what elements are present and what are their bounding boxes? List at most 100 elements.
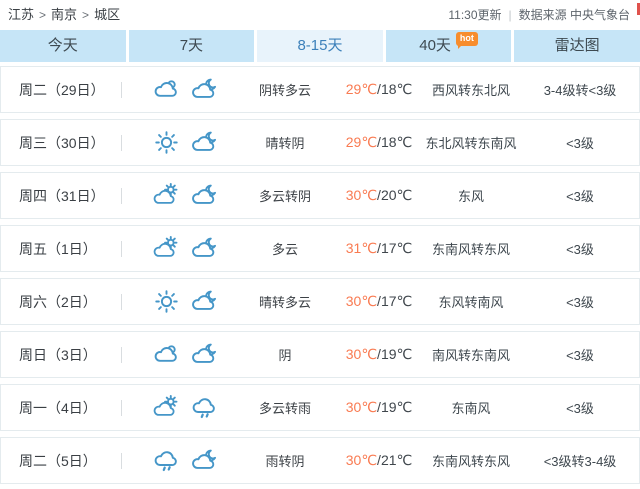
low-temp: 17℃	[381, 293, 412, 309]
wind-power: <3级	[521, 398, 639, 417]
breadcrumb-district[interactable]: 城区	[94, 7, 120, 22]
low-temp: 19℃	[381, 399, 412, 415]
cloud-icon	[153, 341, 180, 368]
day-label: 周六（2日）	[1, 292, 121, 312]
update-info: 11:30更新|数据来源 中央气象台	[448, 0, 630, 30]
day-label: 周四（31日）	[1, 186, 121, 206]
tab-8-15day[interactable]: 8-15天	[257, 30, 383, 62]
sun-icon	[153, 288, 180, 315]
low-temp: 18℃	[381, 81, 412, 97]
meta-divider: |	[509, 8, 512, 22]
temperature: 30℃/19℃	[337, 399, 421, 416]
data-source: 数据来源 中央气象台	[519, 8, 630, 22]
breadcrumb-separator: >	[82, 8, 89, 22]
day-label: 周五（1日）	[1, 239, 121, 259]
tab-40day[interactable]: 40天 hot	[386, 30, 512, 62]
weather-text: 多云转阴	[233, 186, 337, 205]
high-temp: 30℃	[346, 187, 377, 203]
cloud-rain-icon	[153, 447, 180, 474]
forecast-row[interactable]: 周四（31日） 多云转阴 30℃/20℃ 东风 <3级	[0, 172, 640, 219]
cloud-icon	[153, 76, 180, 103]
weather-text: 阴转多云	[233, 80, 337, 99]
temperature: 30℃/17℃	[337, 293, 421, 310]
low-temp: 19℃	[381, 346, 412, 362]
hot-badge: hot	[456, 32, 478, 46]
divider	[121, 241, 122, 257]
cloud-sun-icon	[153, 394, 180, 421]
cloud-moon-icon	[191, 341, 218, 368]
temperature: 29℃/18℃	[337, 134, 421, 151]
wind-power: <3级	[521, 292, 639, 311]
tab-7day[interactable]: 7天	[129, 30, 255, 62]
wind-power: <3级	[521, 133, 639, 152]
low-temp: 17℃	[381, 240, 412, 256]
wind-power: <3级	[521, 186, 639, 205]
sun-icon	[153, 129, 180, 156]
tab-40day-label: 40天	[419, 37, 451, 54]
tab-radar[interactable]: 雷达图	[514, 30, 640, 62]
divider	[121, 453, 122, 469]
breadcrumb-separator: >	[39, 8, 46, 22]
wind-power: <3级	[521, 345, 639, 364]
cloud-moon-icon	[191, 288, 218, 315]
breadcrumb-city[interactable]: 南京	[51, 7, 77, 22]
cloud-sun-icon	[153, 235, 180, 262]
divider	[121, 294, 122, 310]
high-temp: 29℃	[346, 81, 377, 97]
forecast-row[interactable]: 周六（2日） 晴转多云 30℃/17℃ 东风转南风 <3级	[0, 278, 640, 325]
weather-text: 晴转阴	[233, 133, 337, 152]
forecast-row[interactable]: 周一（4日） 多云转雨 30℃/19℃ 东南风 <3级	[0, 384, 640, 431]
temperature: 29℃/18℃	[337, 81, 421, 98]
forecast-row[interactable]: 周三（30日） 晴转阴 29℃/18℃ 东北风转东南风 <3级	[0, 119, 640, 166]
temperature: 30℃/21℃	[337, 452, 421, 469]
weather-text: 多云	[233, 239, 337, 258]
day-label: 周二（5日）	[1, 451, 121, 471]
forecast-row[interactable]: 周五（1日） 多云 31℃/17℃ 东南风转东风 <3级	[0, 225, 640, 272]
breadcrumb: 江苏 > 南京 > 城区	[8, 0, 120, 30]
high-temp: 30℃	[346, 293, 377, 309]
day-label: 周二（29日）	[1, 80, 121, 100]
day-label: 周三（30日）	[1, 133, 121, 153]
wind-direction: 东南风	[421, 398, 521, 417]
wind-direction: 南风转东南风	[421, 345, 521, 364]
forecast-row[interactable]: 周二（29日） 阴转多云 29℃/18℃ 西风转东北风 3-4级转<3级	[0, 66, 640, 113]
wind-direction: 东南风转东风	[421, 451, 521, 470]
high-temp: 29℃	[346, 134, 377, 150]
breadcrumb-province[interactable]: 江苏	[8, 7, 34, 22]
weather-text: 雨转阴	[233, 451, 337, 470]
tab-today[interactable]: 今天	[0, 30, 126, 62]
cloud-moon-icon	[191, 76, 218, 103]
forecast-row[interactable]: 周日（3日） 阴 30℃/19℃ 南风转东南风 <3级	[0, 331, 640, 378]
divider	[121, 135, 122, 151]
wind-power: 3-4级转<3级	[521, 80, 639, 99]
low-temp: 18℃	[381, 134, 412, 150]
high-temp: 30℃	[346, 346, 377, 362]
page-header: 江苏>南京>城区 11:30更新|数据来源 中央气象台	[0, 0, 640, 30]
high-temp: 30℃	[346, 399, 377, 415]
forecast-list: 周二（29日） 阴转多云 29℃/18℃ 西风转东北风 3-4级转<3级 周三（…	[0, 66, 640, 484]
divider	[121, 400, 122, 416]
forecast-tabs: 今天 7天 8-15天 40天 hot 雷达图	[0, 30, 640, 62]
temperature: 31℃/17℃	[337, 240, 421, 257]
day-label: 周日（3日）	[1, 345, 121, 365]
low-temp: 20℃	[381, 187, 412, 203]
divider	[121, 347, 122, 363]
divider	[121, 188, 122, 204]
forecast-row[interactable]: 周二（5日） 雨转阴 30℃/21℃ 东南风转东风 <3级转3-4级	[0, 437, 640, 484]
wind-direction: 东南风转东风	[421, 239, 521, 258]
wind-power: <3级转3-4级	[521, 451, 639, 470]
cloud-moon-icon	[191, 182, 218, 209]
wind-direction: 东风	[421, 186, 521, 205]
cloud-moon-icon	[191, 129, 218, 156]
high-temp: 30℃	[346, 452, 377, 468]
cloud-rain-icon	[191, 394, 218, 421]
weather-text: 阴	[233, 345, 337, 364]
divider	[121, 82, 122, 98]
low-temp: 21℃	[381, 452, 412, 468]
weather-text: 多云转雨	[233, 398, 337, 417]
day-label: 周一（4日）	[1, 398, 121, 418]
wind-direction: 东风转南风	[421, 292, 521, 311]
wind-direction: 东北风转东南风	[421, 133, 521, 152]
high-temp: 31℃	[346, 240, 377, 256]
cloud-moon-icon	[191, 235, 218, 262]
